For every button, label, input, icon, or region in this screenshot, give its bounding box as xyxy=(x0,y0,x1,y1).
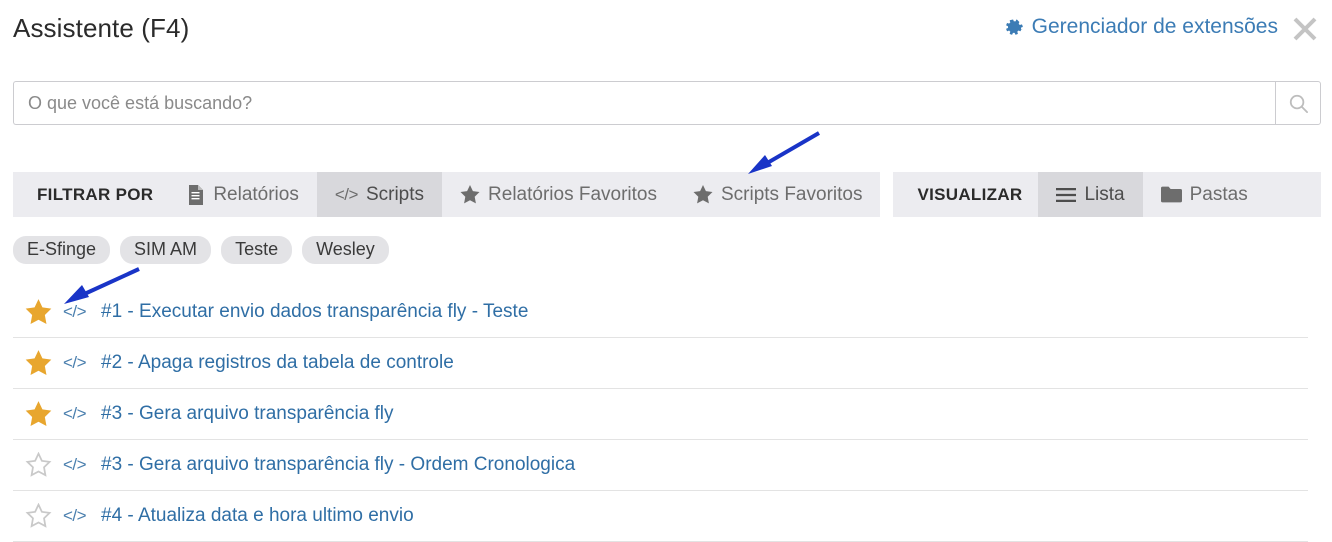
favorite-star-outline-icon[interactable] xyxy=(13,452,63,478)
filter-tab-scripts[interactable]: </> Scripts xyxy=(316,172,443,217)
filter-tab-label: Relatórios xyxy=(213,183,299,205)
script-link[interactable]: #3 - Gera arquivo transparência fly - Or… xyxy=(101,454,575,476)
code-icon: </> xyxy=(63,404,87,423)
search-icon xyxy=(1288,93,1309,114)
extensions-manager-label: Gerenciador de extensões xyxy=(1031,15,1278,38)
list-item[interactable]: </> #4 - Atualiza data e hora ultimo env… xyxy=(13,491,1308,542)
dialog-header: Assistente (F4) Gerenciador de extensões xyxy=(0,0,1332,62)
extensions-manager-link[interactable]: Gerenciador de extensões xyxy=(1005,15,1278,39)
list-item[interactable]: </> #3 - Gera arquivo transparência fly … xyxy=(13,440,1308,491)
favorite-star-filled-icon[interactable] xyxy=(13,401,63,427)
view-group: VISUALIZAR Lista Pastas xyxy=(893,172,1321,217)
filter-group: FILTRAR POR Relatórios </> Scripts Relat xyxy=(13,172,881,217)
tag-chip[interactable]: Wesley xyxy=(302,236,389,264)
filter-tab-relatorios-favoritos[interactable]: Relatórios Favoritos xyxy=(442,172,675,217)
code-icon: </> xyxy=(63,302,87,321)
search-input[interactable] xyxy=(13,81,1275,125)
tag-chip-list: E-Sfinge SIM AM Teste Wesley xyxy=(13,236,389,264)
search-bar xyxy=(13,81,1321,125)
script-link[interactable]: #4 - Atualiza data e hora ultimo envio xyxy=(101,505,414,527)
script-link[interactable]: #3 - Gera arquivo transparência fly xyxy=(101,403,394,425)
search-button[interactable] xyxy=(1275,81,1321,125)
filter-tab-label: Scripts Favoritos xyxy=(720,183,863,205)
tag-chip[interactable]: E-Sfinge xyxy=(13,236,111,264)
filter-tab-label: Relatórios Favoritos xyxy=(488,183,657,205)
filter-toolbar: FILTRAR POR Relatórios </> Scripts Relat xyxy=(13,172,1321,217)
code-icon: </> xyxy=(63,506,87,525)
page-title: Assistente (F4) xyxy=(13,13,190,43)
filter-by-label: FILTRAR POR xyxy=(37,184,154,204)
favorite-star-filled-icon[interactable] xyxy=(13,299,63,325)
filter-tab-scripts-favoritos[interactable]: Scripts Favoritos xyxy=(675,172,880,217)
star-icon xyxy=(693,185,713,204)
code-icon: </> xyxy=(63,353,87,372)
script-link[interactable]: #1 - Executar envio dados transparência … xyxy=(101,301,528,323)
view-label: VISUALIZAR xyxy=(917,184,1023,204)
code-icon: </> xyxy=(63,455,87,474)
favorite-star-filled-icon[interactable] xyxy=(13,350,63,376)
view-tab-pastas[interactable]: Pastas xyxy=(1143,172,1266,217)
list-icon xyxy=(1056,187,1077,203)
code-icon: </> xyxy=(334,184,359,204)
tag-chip[interactable]: Teste xyxy=(221,236,293,264)
arrow-to-scripts-favoritos xyxy=(748,131,821,174)
list-item[interactable]: </> #3 - Gera arquivo transparência fly xyxy=(13,389,1308,440)
script-list: </> #1 - Executar envio dados transparên… xyxy=(13,287,1308,542)
script-link[interactable]: #2 - Apaga registros da tabela de contro… xyxy=(101,352,454,374)
document-icon xyxy=(187,184,205,205)
list-item[interactable]: </> #2 - Apaga registros da tabela de co… xyxy=(13,338,1308,389)
list-item[interactable]: </> #1 - Executar envio dados transparên… xyxy=(13,287,1308,338)
gear-icon xyxy=(1005,19,1024,38)
view-tab-label: Pastas xyxy=(1189,183,1248,205)
folder-icon xyxy=(1160,186,1182,203)
filter-tab-label: Scripts xyxy=(365,183,425,205)
view-tab-label: Lista xyxy=(1084,183,1125,205)
close-icon[interactable] xyxy=(1288,12,1322,46)
star-icon xyxy=(460,185,480,204)
favorite-star-outline-icon[interactable] xyxy=(13,503,63,529)
filter-tab-relatorios[interactable]: Relatórios xyxy=(169,172,317,217)
view-tab-lista[interactable]: Lista xyxy=(1038,172,1143,217)
tag-chip[interactable]: SIM AM xyxy=(120,236,212,264)
